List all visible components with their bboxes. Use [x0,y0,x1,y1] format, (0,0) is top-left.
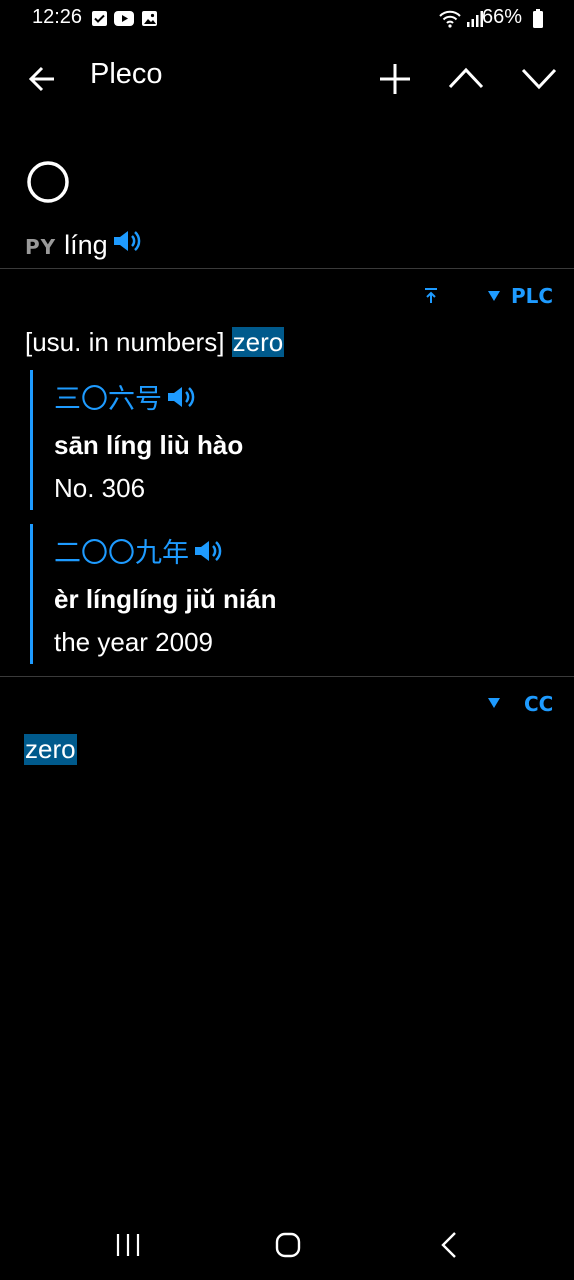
nav-back-icon[interactable] [440,1231,458,1259]
speaker-icon[interactable] [112,228,142,254]
battery-percent: 66% [481,6,522,28]
triangle-down-icon[interactable] [488,291,500,302]
headword-glyph [27,161,69,203]
gallery-notification-icon [142,11,157,26]
example-bar [30,370,33,510]
chevron-up-icon[interactable] [448,66,484,90]
cc-definition-word[interactable]: zero [24,734,77,765]
wifi-icon [439,10,461,28]
back-arrow-icon[interactable] [28,64,56,94]
example-pinyin-bold: líng [106,430,153,460]
divider [0,676,574,677]
youtube-notification-icon [114,11,134,26]
headword-pinyin: líng [64,230,108,260]
example-pinyin: sān líng liù hào [54,430,243,461]
collapse-top-icon[interactable] [424,288,438,304]
home-icon[interactable] [275,1232,301,1258]
recent-apps-icon[interactable] [115,1233,141,1257]
example-hanzi: 二〇〇九年 [54,538,189,569]
pinyin-tag: PY [25,235,57,259]
speaker-icon[interactable] [193,538,223,564]
triangle-down-icon[interactable] [488,698,500,709]
example-pinyin-pre: èr [54,584,86,614]
example-pinyin: èr línglíng jiǔ nián [54,584,276,615]
example-bar [30,524,33,664]
pinyin-row: PY líng [25,228,142,261]
example-english: No. 306 [54,473,146,503]
dict-label-cc[interactable]: CC [524,692,553,716]
example-pinyin-bold: línglíng [85,584,179,614]
add-icon[interactable] [378,62,412,96]
dict-label-plc[interactable]: PLC [511,284,553,308]
speaker-icon[interactable] [166,384,196,410]
divider [0,268,574,269]
checkbox-notification-icon [92,11,107,26]
status-time: 12:26 [32,6,83,28]
example-hanzi-row: 二〇〇九年 [54,531,276,570]
definition-prefix: [usu. in numbers] [25,327,225,357]
definition-word[interactable]: zero [231,327,285,357]
app-title: Pleco [90,58,163,90]
headword-character: 〇 [24,156,74,206]
example-english: the year 2009 [54,627,214,657]
example-pinyin-post: jiǔ nián [178,584,277,614]
definition-row: [usu. in numbers] zero [25,327,285,358]
chevron-down-icon[interactable] [521,66,557,90]
status-bar: 12:26 66% [0,0,574,38]
example-item[interactable]: 二〇〇九年 èr línglíng jiǔ nián the year 2009 [54,531,276,658]
battery-icon [533,9,543,28]
example-pinyin-pre: sān [54,430,107,460]
example-pinyin-post: liù hào [152,430,244,460]
example-hanzi: 三〇六号 [54,384,162,415]
example-hanzi-row: 三〇六号 [54,377,243,416]
example-item[interactable]: 三〇六号 sān líng liù hào No. 306 [54,377,243,504]
